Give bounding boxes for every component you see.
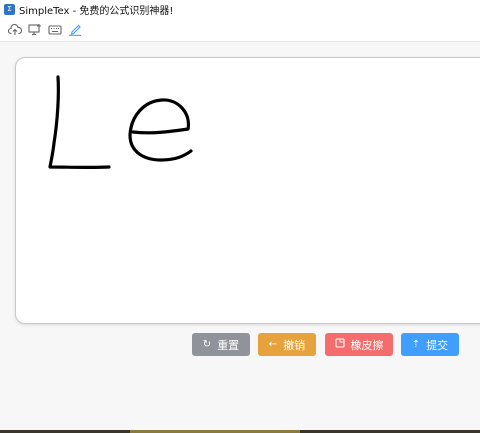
- handwrite-pen-icon[interactable]: [66, 21, 83, 38]
- title-bar: Σ SimpleTex - 免费的公式识别神器!: [0, 0, 480, 18]
- eraser-button[interactable]: 橡皮擦: [325, 333, 393, 356]
- eraser-label: 橡皮擦: [350, 338, 384, 352]
- reset-label: 重置: [217, 338, 240, 352]
- window-title: SimpleTex - 免费的公式识别神器!: [19, 5, 174, 17]
- keyboard-icon[interactable]: [46, 21, 63, 38]
- handwriting-canvas[interactable]: [15, 57, 480, 324]
- app-logo-icon: Σ: [4, 3, 15, 15]
- submit-button[interactable]: ⇡ 提交: [401, 333, 459, 356]
- eraser-icon: [334, 338, 345, 351]
- toolbar: [0, 18, 480, 42]
- upload-cloud-icon[interactable]: [6, 21, 23, 38]
- handwriting-strokes: [48, 75, 193, 170]
- arrow-left-icon: ←: [268, 338, 278, 350]
- reset-button[interactable]: ↻ 重置: [192, 333, 250, 356]
- undo-button[interactable]: ← 撤销: [258, 333, 316, 356]
- screen-capture-icon[interactable]: [26, 21, 43, 38]
- undo-label: 撤销: [283, 338, 306, 352]
- upload-icon: ⇡: [411, 338, 421, 350]
- refresh-icon: ↻: [202, 338, 212, 350]
- submit-label: 提交: [426, 338, 449, 352]
- app-window: Σ SimpleTex - 免费的公式识别神器! ↻ 重置 ← 撤销 橡皮擦 ⇡…: [0, 0, 480, 433]
